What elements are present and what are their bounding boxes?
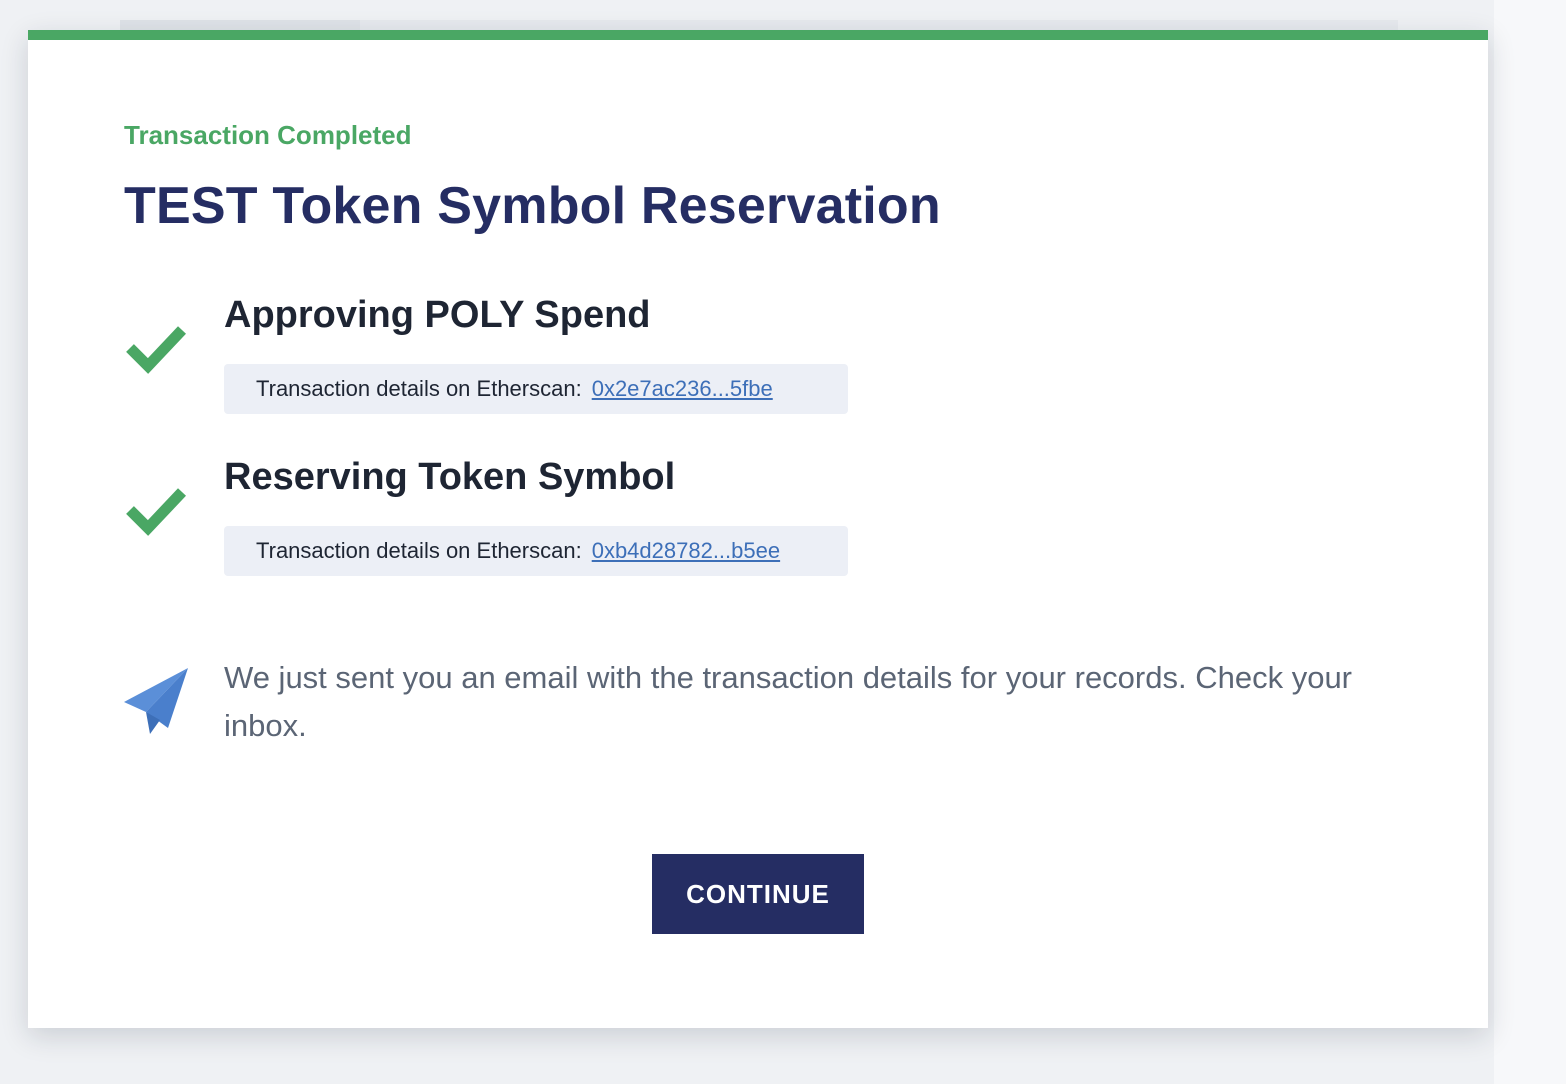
page-right-gutter [1494,0,1566,1084]
step-reserving-token-symbol: Reserving Token Symbol Transaction detai… [124,456,924,586]
step-etherscan-details: Transaction details on Etherscan: 0xb4d2… [224,526,848,576]
checkmark-icon [126,488,186,536]
transaction-status-label: Transaction Completed [124,120,412,150]
etherscan-tx-link[interactable]: 0xb4d28782...b5ee [592,538,780,564]
continue-button[interactable]: CONTINUE [652,854,864,934]
etherscan-tx-link[interactable]: 0x2e7ac236...5fbe [592,376,773,402]
paper-plane-icon [124,668,188,734]
etherscan-details-label: Transaction details on Etherscan: [256,538,582,563]
transaction-modal: Transaction Completed TEST Token Symbol … [28,30,1488,1028]
email-notice-text: We just sent you an email with the trans… [224,660,1353,743]
step-title: Reserving Token Symbol [224,456,676,498]
checkmark-icon [126,326,186,374]
step-title: Approving POLY Spend [224,294,651,336]
modal-success-bar [28,30,1488,40]
modal-title: TEST Token Symbol Reservation [124,177,941,235]
step-etherscan-details: Transaction details on Etherscan: 0x2e7a… [224,364,848,414]
step-approving-poly-spend: Approving POLY Spend Transaction details… [124,294,924,424]
etherscan-details-label: Transaction details on Etherscan: [256,376,582,401]
